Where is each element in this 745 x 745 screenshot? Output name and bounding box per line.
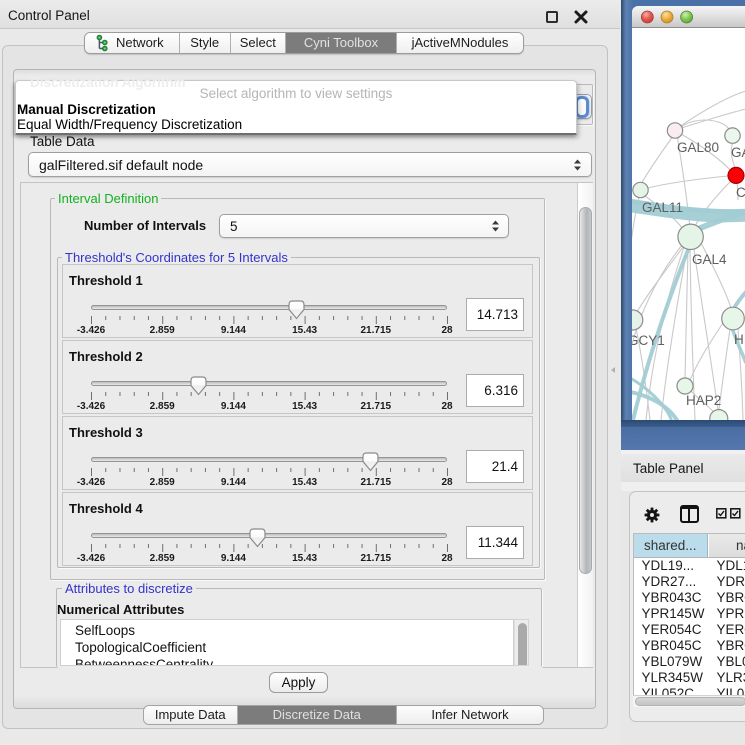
svg-text:GA: GA	[731, 145, 745, 160]
svg-text:GCY1: GCY1	[632, 333, 665, 348]
svg-text:GAL80: GAL80	[677, 140, 719, 155]
svg-text:GAL11: GAL11	[642, 200, 683, 215]
svg-text:HAP2: HAP2	[686, 393, 721, 408]
svg-text:C: C	[736, 185, 745, 200]
svg-text:H: H	[734, 332, 744, 347]
svg-text:GAL4: GAL4	[692, 252, 727, 267]
